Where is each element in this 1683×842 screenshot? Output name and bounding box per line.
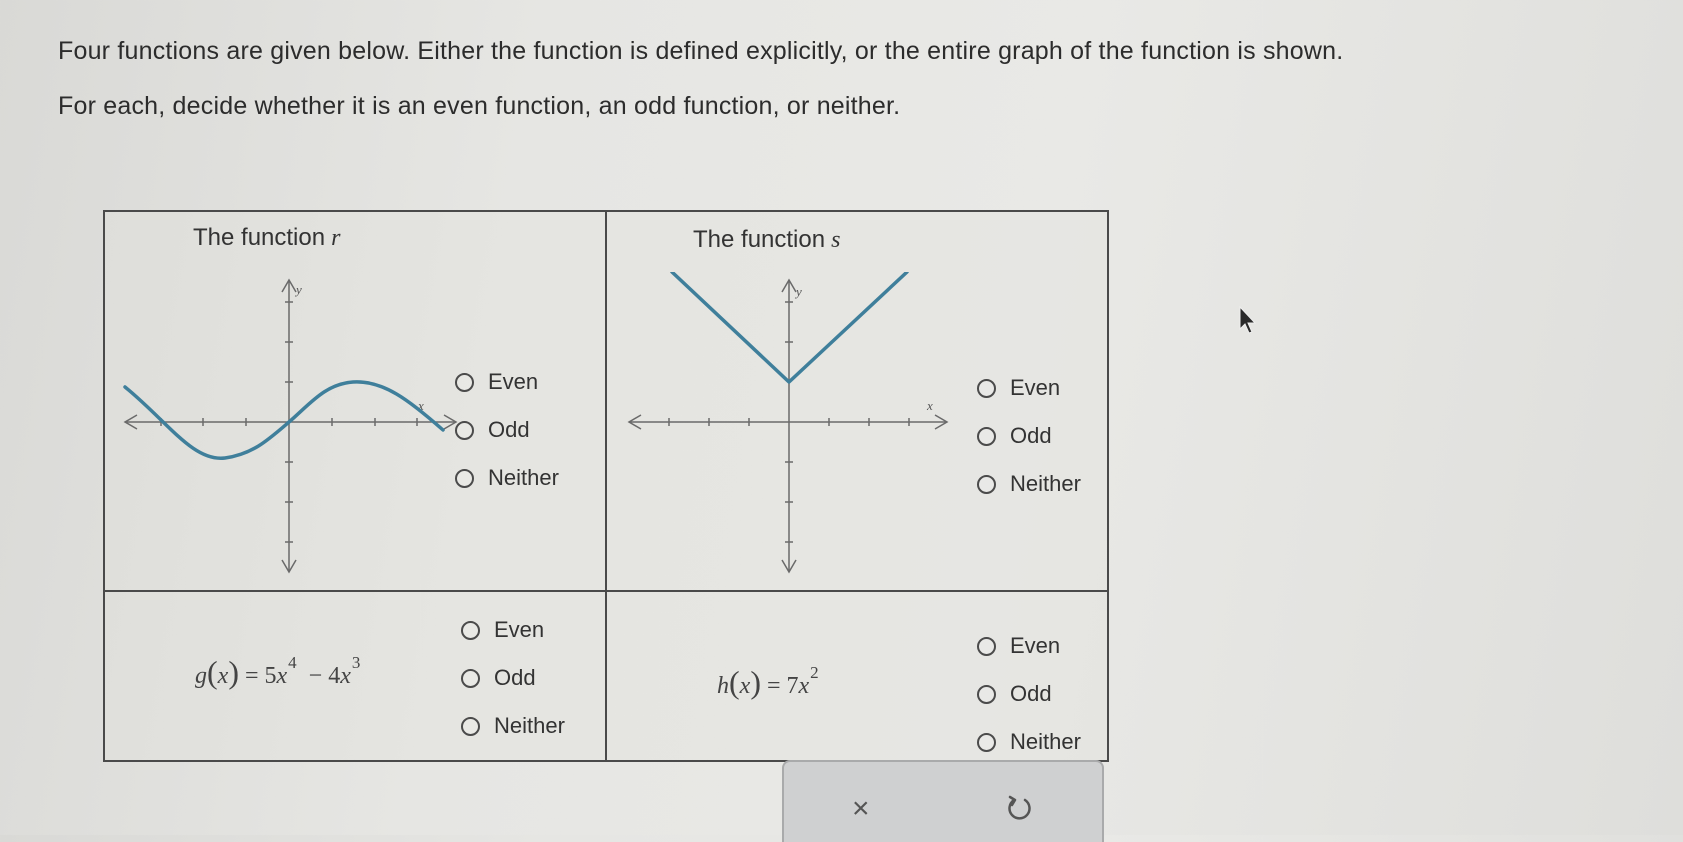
radio-r-odd[interactable]: Odd: [455, 406, 559, 454]
action-bar: ×: [782, 760, 1104, 842]
radio-g-neither[interactable]: Neither: [461, 702, 565, 750]
radio-label: Even: [1010, 633, 1061, 658]
formula-g-coef1: 5: [264, 663, 277, 689]
instructions: Four functions are given below. Either t…: [58, 24, 1618, 134]
radio-s-even[interactable]: Even: [977, 364, 1081, 412]
instructions-line-2: For each, decide whether it is an even f…: [58, 92, 901, 120]
radio-r-neither[interactable]: Neither: [455, 454, 559, 502]
undo-button[interactable]: [1006, 794, 1034, 830]
cell-s-title: The function s: [693, 226, 840, 254]
formula-h-arg: x: [739, 673, 751, 699]
radio-group-r: Even Odd Neither: [455, 358, 559, 502]
formula-g-var2: x: [340, 663, 351, 689]
radio-circle-icon[interactable]: [455, 468, 474, 488]
radio-label: Neither: [494, 713, 565, 738]
cell-r-var: r: [331, 225, 341, 251]
cell-function-r: The function r y x Even Odd Neither: [105, 212, 607, 592]
radio-circle-icon[interactable]: [977, 474, 996, 494]
curve-r: [123, 380, 445, 460]
formula-g-arg: x: [217, 663, 229, 689]
formula-h-equals: =: [766, 673, 781, 699]
formula-h-var1: x: [798, 673, 810, 699]
formula-g-var1: x: [276, 663, 288, 689]
radio-g-even[interactable]: Even: [461, 606, 565, 654]
radio-group-h: Even Odd Neither: [977, 622, 1081, 766]
cell-s-title-text: The function: [693, 226, 826, 253]
radio-circle-icon[interactable]: [977, 636, 996, 656]
radio-group-g: Even Odd Neither: [461, 606, 565, 750]
y-axis-label: y: [794, 284, 802, 299]
formula-g-equals: =: [244, 663, 259, 689]
cell-s-var: s: [831, 227, 841, 253]
radio-circle-icon[interactable]: [455, 372, 474, 392]
formula-g-op: −: [308, 663, 323, 689]
formula-g-exp1: 4: [288, 653, 297, 672]
mouse-pointer-icon: [1239, 305, 1257, 334]
radio-label: Odd: [1010, 681, 1052, 706]
formula-h: h(x) = 7x2: [717, 663, 819, 700]
radio-label: Even: [1010, 375, 1061, 400]
cell-function-h: h(x) = 7x2 Even Odd Neither: [607, 592, 1107, 760]
radio-circle-icon[interactable]: [977, 684, 996, 704]
formula-h-exp1: 2: [810, 663, 819, 682]
formula-g-exp2: 3: [351, 653, 361, 672]
radio-label: Odd: [494, 665, 536, 690]
cell-r-title: The function r: [193, 224, 340, 252]
undo-icon: [1008, 795, 1031, 820]
clear-button[interactable]: ×: [852, 792, 870, 826]
formula-g-coef2: 4: [328, 663, 341, 689]
formula-h-name: h: [717, 673, 729, 699]
radio-r-even[interactable]: Even: [455, 358, 559, 406]
radio-circle-icon[interactable]: [455, 420, 474, 440]
radio-g-odd[interactable]: Odd: [461, 654, 565, 702]
radio-circle-icon[interactable]: [977, 732, 996, 752]
radio-label: Even: [488, 369, 539, 394]
x-axis-label: x: [926, 398, 933, 413]
graph-s: y x: [627, 272, 949, 574]
radio-label: Neither: [488, 465, 559, 490]
radio-label: Neither: [1010, 471, 1081, 496]
radio-s-neither[interactable]: Neither: [977, 460, 1081, 508]
radio-circle-icon[interactable]: [461, 668, 480, 688]
formula-h-coef1: 7: [786, 673, 799, 699]
cell-function-s: The function s y x Even Odd Neither: [607, 212, 1107, 592]
radio-circle-icon[interactable]: [461, 716, 480, 736]
radio-label: Neither: [1010, 729, 1081, 754]
radio-circle-icon[interactable]: [461, 620, 480, 640]
radio-h-neither[interactable]: Neither: [977, 718, 1081, 766]
radio-circle-icon[interactable]: [977, 426, 996, 446]
graph-r: y x: [123, 278, 458, 574]
instructions-line-1: Four functions are given below. Either t…: [58, 37, 1344, 65]
radio-circle-icon[interactable]: [977, 378, 996, 398]
radio-label: Odd: [488, 417, 530, 442]
cell-r-title-text: The function: [193, 224, 326, 251]
radio-group-s: Even Odd Neither: [977, 364, 1081, 508]
radio-label: Even: [494, 617, 545, 642]
functions-grid: The function r y x Even Odd Neither The …: [103, 210, 1109, 762]
radio-s-odd[interactable]: Odd: [977, 412, 1081, 460]
formula-g: g(x) = 5x4 − 4x3: [195, 653, 361, 690]
y-axis-label: y: [294, 282, 302, 297]
cell-function-g: g(x) = 5x4 − 4x3 Even Odd Neither: [105, 592, 607, 760]
radio-label: Odd: [1010, 423, 1052, 448]
radio-h-even[interactable]: Even: [977, 622, 1081, 670]
formula-g-name: g: [195, 663, 207, 689]
radio-h-odd[interactable]: Odd: [977, 670, 1081, 718]
